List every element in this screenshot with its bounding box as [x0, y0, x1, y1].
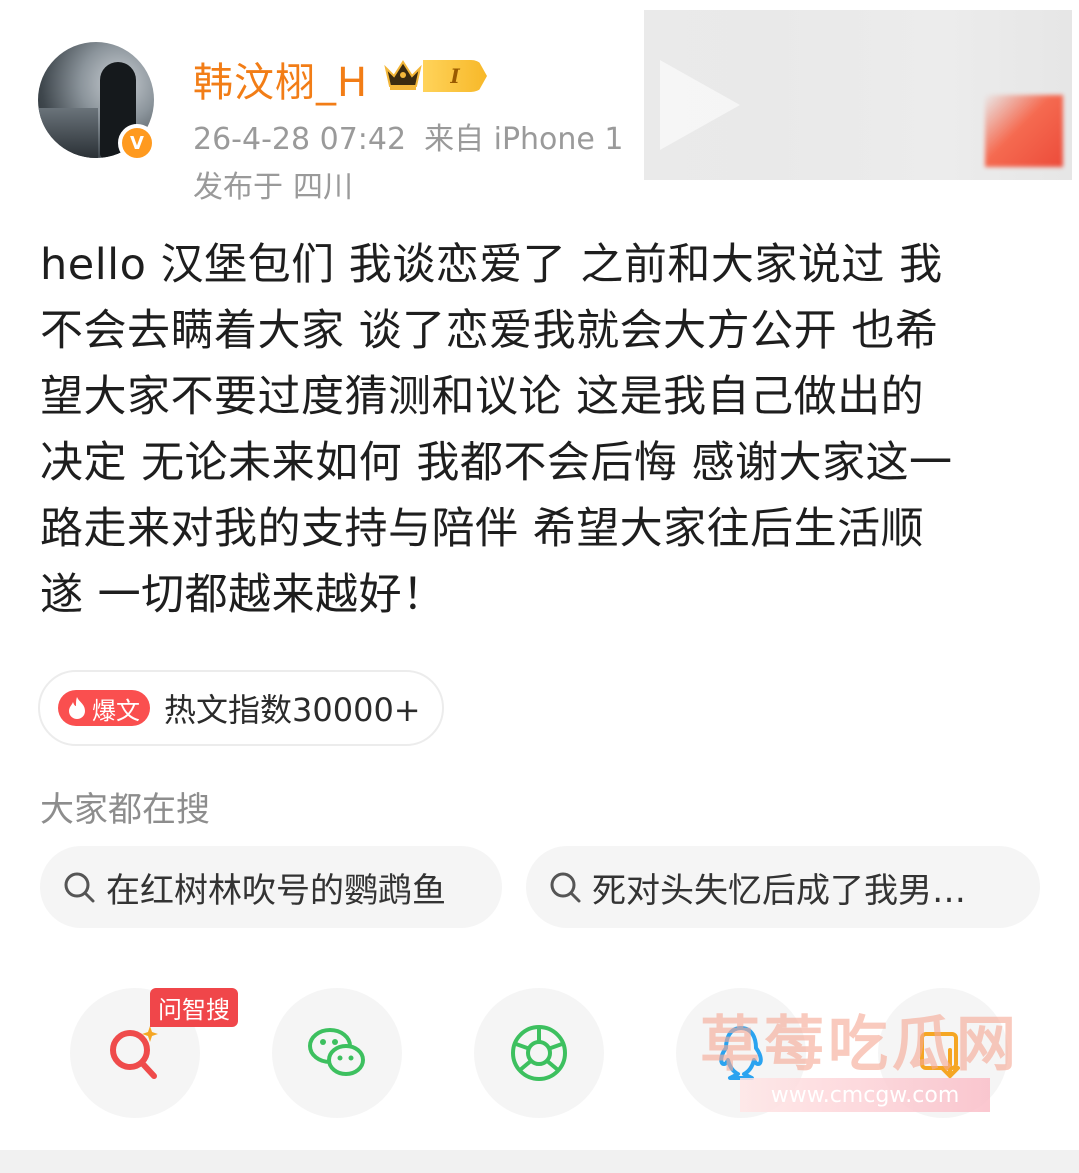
verified-badge-icon: V [118, 124, 156, 162]
search-suggestion-label: 死对头失忆后成了我男… [592, 870, 966, 911]
wechat-share-button[interactable] [272, 988, 402, 1118]
search-icon [550, 872, 581, 903]
hot-tag-label: 爆文 [92, 696, 140, 725]
post-line: 遂 一切都越来越好！ [40, 570, 446, 620]
fire-icon [69, 697, 85, 719]
bottom-divider [0, 1150, 1079, 1173]
post-body: hello 汉堡包们 我谈恋爱了 之前和大家说过 我 不会去瞒着大家 谈了恋爱我… [40, 232, 1040, 628]
search-icon [64, 872, 95, 903]
post-source: 来自 iPhone 1 [424, 122, 624, 157]
post-line: 决定 无论未来如何 我都不会后悔 感谢大家这一 [40, 438, 953, 488]
post-line: 望大家不要过度猜测和议论 这是我自己做出的 [40, 372, 925, 422]
post-line: hello 汉堡包们 我谈恋爱了 之前和大家说过 我 [40, 240, 943, 290]
crown-icon [384, 60, 422, 90]
location-prefix: 发布于 [193, 170, 283, 205]
wechat-icon [308, 1028, 365, 1076]
location-name: 四川 [293, 170, 353, 205]
hot-index-text: 热文指数30000+ [164, 691, 421, 729]
post-header: V 韩汶栩_H I 26-4-28 07:42 来自 iPhone 1 发布于 四川 [0, 0, 1079, 210]
search-suggestion[interactable]: 死对头失忆后成了我男… [526, 846, 1040, 928]
search-suggestion[interactable]: 在红树林吹号的鹦鹉鱼 [40, 846, 502, 928]
moments-icon [511, 1025, 567, 1081]
watermark-text: 草莓吃瓜网 [700, 1010, 1020, 1080]
post-meta: 26-4-28 07:42 来自 iPhone 1 [193, 114, 624, 158]
hot-tag: 爆文 [58, 690, 150, 726]
watermark-url: www.cmcgw.com [740, 1078, 990, 1112]
search-suggestion-label: 在红树林吹号的鹦鹉鱼 [106, 870, 446, 911]
moments-share-button[interactable] [474, 988, 604, 1118]
post-location: 发布于 四川 [193, 162, 353, 206]
avatar-city-background [38, 108, 98, 158]
ai-search-tag: 问智搜 [150, 988, 238, 1027]
ai-search-icon [110, 1026, 158, 1079]
post-timestamp: 26-4-28 07:42 [193, 122, 407, 157]
level-badge[interactable]: I [423, 60, 487, 92]
blurred-follow-button [985, 95, 1063, 167]
search-heading: 大家都在搜 [40, 790, 210, 830]
username[interactable]: 韩汶栩_H [193, 50, 368, 108]
post-line: 路走来对我的支持与陪伴 希望大家往后生活顺 [40, 504, 925, 554]
post-line: 不会去瞒着大家 谈了恋爱我就会大方公开 也希 [40, 306, 939, 356]
hot-index-chip[interactable]: 爆文 热文指数30000+ [38, 670, 444, 746]
